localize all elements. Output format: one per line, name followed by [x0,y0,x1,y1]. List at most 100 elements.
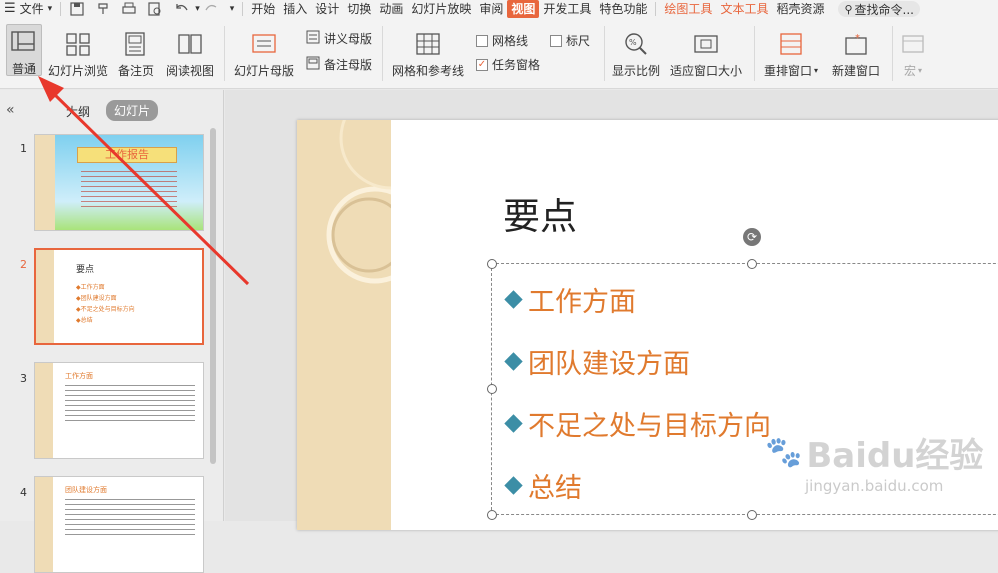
fit-window-icon [693,32,719,58]
zoom-button[interactable]: % 显示比例 [612,24,660,79]
notes-page-icon [123,32,149,58]
tab-insert[interactable]: 插入 [279,0,311,18]
menu-bar: ☰ 文件 ▾ ▾ ▾ 开始 插入 设计 切换 动画 幻灯片放映 审阅 视图 开发… [0,0,998,18]
new-window-button[interactable]: * 新建窗口 [832,24,880,79]
thumbnail-text-lines [65,499,195,539]
chevron-down-icon[interactable]: ▾ [195,4,200,14]
slide-title[interactable]: 要点 [503,186,577,240]
book-icon [177,32,203,58]
format-painter-icon[interactable] [95,2,113,16]
chevron-down-icon: ▾ [918,66,923,75]
notes-page-button[interactable]: 备注页 [118,24,154,79]
slide-thumbnail-4[interactable]: 团队建设方面 [34,476,204,573]
diamond-bullet-icon [504,352,523,371]
slide-canvas[interactable]: 要点 ⟳ 工作方面 团队建设方面 不足之处与目标方向 总结 🐾 Baidu经验 … [225,90,998,530]
diamond-bullet-icon [504,290,523,309]
slide-number: 2 [20,258,27,271]
ring-decoration [326,120,443,284]
tab-view[interactable]: 视图 [507,0,540,18]
resize-handle[interactable] [747,259,757,269]
tab-special[interactable]: 特色功能 [595,0,651,18]
thumbnail-bullets: ◆工作方面 ◆团队建设方面 ◆不足之处与目标方向 ◆总结 [76,282,135,326]
thumbnail-text-lines [81,171,177,207]
bullet-item[interactable]: 团队建设方面 [504,342,690,381]
customize-icon[interactable]: ▾ [230,4,235,14]
redo-icon[interactable] [204,2,222,16]
thumbnail-title: 工作方面 [65,372,93,380]
slide-master-icon [251,32,277,58]
normal-view-button[interactable]: 普通 [6,24,42,76]
tab-developer[interactable]: 开发工具 [539,0,595,18]
thumbnail-decoration [35,477,53,572]
slide-thumbnail-1[interactable]: 工作报告 [34,134,204,231]
slide-decoration-band [297,120,443,530]
slide-thumbnail-3[interactable]: 工作方面 [34,362,204,459]
gridlines-checkbox[interactable]: 网格线 [476,32,528,49]
arrange-windows-button[interactable]: 重排窗口 ▾ [764,24,818,79]
slide-thumbnail-2[interactable]: 要点 ◆工作方面 ◆团队建设方面 ◆不足之处与目标方向 ◆总结 [34,248,204,345]
undo-icon[interactable] [173,2,191,16]
checkbox-unchecked [550,34,562,47]
baidu-jingyan-watermark: 🐾 Baidu经验 jingyan.baidu.com [765,428,983,495]
tab-review[interactable]: 审阅 [475,0,507,18]
grid-icon [415,32,441,58]
normal-view-icon [11,31,37,56]
svg-text:%: % [629,38,637,47]
notes-master-button[interactable]: 备注母版 [306,56,372,73]
resize-handle[interactable] [487,510,497,520]
paw-icon: 🐾 [765,435,803,470]
slides-panel: « 大纲 幻灯片 1 工作报告 2 要点 ◆工作方面 ◆团队建设方面 ◆不足之处… [0,90,224,573]
tab-text-tools[interactable]: 文本工具 [716,0,772,18]
tab-transitions[interactable]: 切换 [343,0,375,18]
tab-slides[interactable]: 幻灯片 [106,100,159,121]
collapse-panel-icon[interactable]: « [6,102,15,118]
bullet-item[interactable]: 不足之处与目标方向 [504,404,771,443]
slide-master-button[interactable]: 幻灯片母版 [234,24,294,79]
list-item: ◆工作方面 [76,284,105,291]
watermark-url: jingyan.baidu.com [805,477,944,495]
tab-drawing-tools[interactable]: 绘图工具 [660,0,716,18]
reading-view-button[interactable]: 阅读视图 [166,24,214,79]
ribbon: 普通 幻灯片浏览 备注页 阅读视图 幻灯片母版 讲义母版 备注母版 网格和参考线… [0,18,998,89]
fit-window-button[interactable]: 适应窗口大小 [670,24,742,79]
slide-sorter-button[interactable]: 幻灯片浏览 [48,24,108,79]
thumbnail-decoration [36,250,54,343]
macro-icon [900,32,926,58]
tab-design[interactable]: 设计 [311,0,343,18]
rotate-handle-icon[interactable]: ⟳ [743,228,761,246]
grid-guides-button[interactable]: 网格和参考线 [392,24,464,79]
list-item: ◆团队建设方面 [76,295,117,302]
divider [754,26,755,81]
hamburger-icon: ☰ [4,1,16,16]
tab-animations[interactable]: 动画 [375,0,407,18]
thumbnail-title: 要点 [76,265,95,275]
resize-handle[interactable] [487,384,497,394]
search-icon: ⚲ [844,2,853,16]
chevron-down-icon: ▾ [814,66,819,75]
file-menu[interactable]: ☰ 文件 ▾ [0,0,56,18]
tab-docer-resources[interactable]: 稻壳资源 [772,0,828,18]
handout-master-button[interactable]: 讲义母版 [306,30,372,47]
tab-home[interactable]: 开始 [247,0,279,18]
save-icon[interactable] [69,2,87,16]
thumbnail-title: 团队建设方面 [65,486,107,494]
print-preview-icon[interactable] [147,2,165,16]
bullet-item[interactable]: 工作方面 [504,280,636,319]
slide-number: 1 [20,142,27,155]
bullet-item[interactable]: 总结 [504,466,582,505]
tab-outline[interactable]: 大纲 [66,103,90,120]
resize-handle[interactable] [487,259,497,269]
diamond-bullet-icon [504,476,523,495]
resize-handle[interactable] [747,510,757,520]
command-search[interactable]: ⚲ 查找命令... [838,1,920,17]
slide-number: 3 [20,372,27,385]
task-pane-checkbox[interactable]: ✓ 任务窗格 [476,56,540,73]
macro-button[interactable]: 宏 ▾ [900,24,926,79]
ruler-checkbox[interactable]: 标尺 [550,32,590,49]
panel-scrollbar[interactable] [210,128,216,464]
checkbox-unchecked [476,34,488,47]
new-window-icon: * [843,32,869,58]
print-icon[interactable] [121,2,139,16]
divider [892,26,893,81]
tab-slideshow[interactable]: 幻灯片放映 [407,0,475,18]
